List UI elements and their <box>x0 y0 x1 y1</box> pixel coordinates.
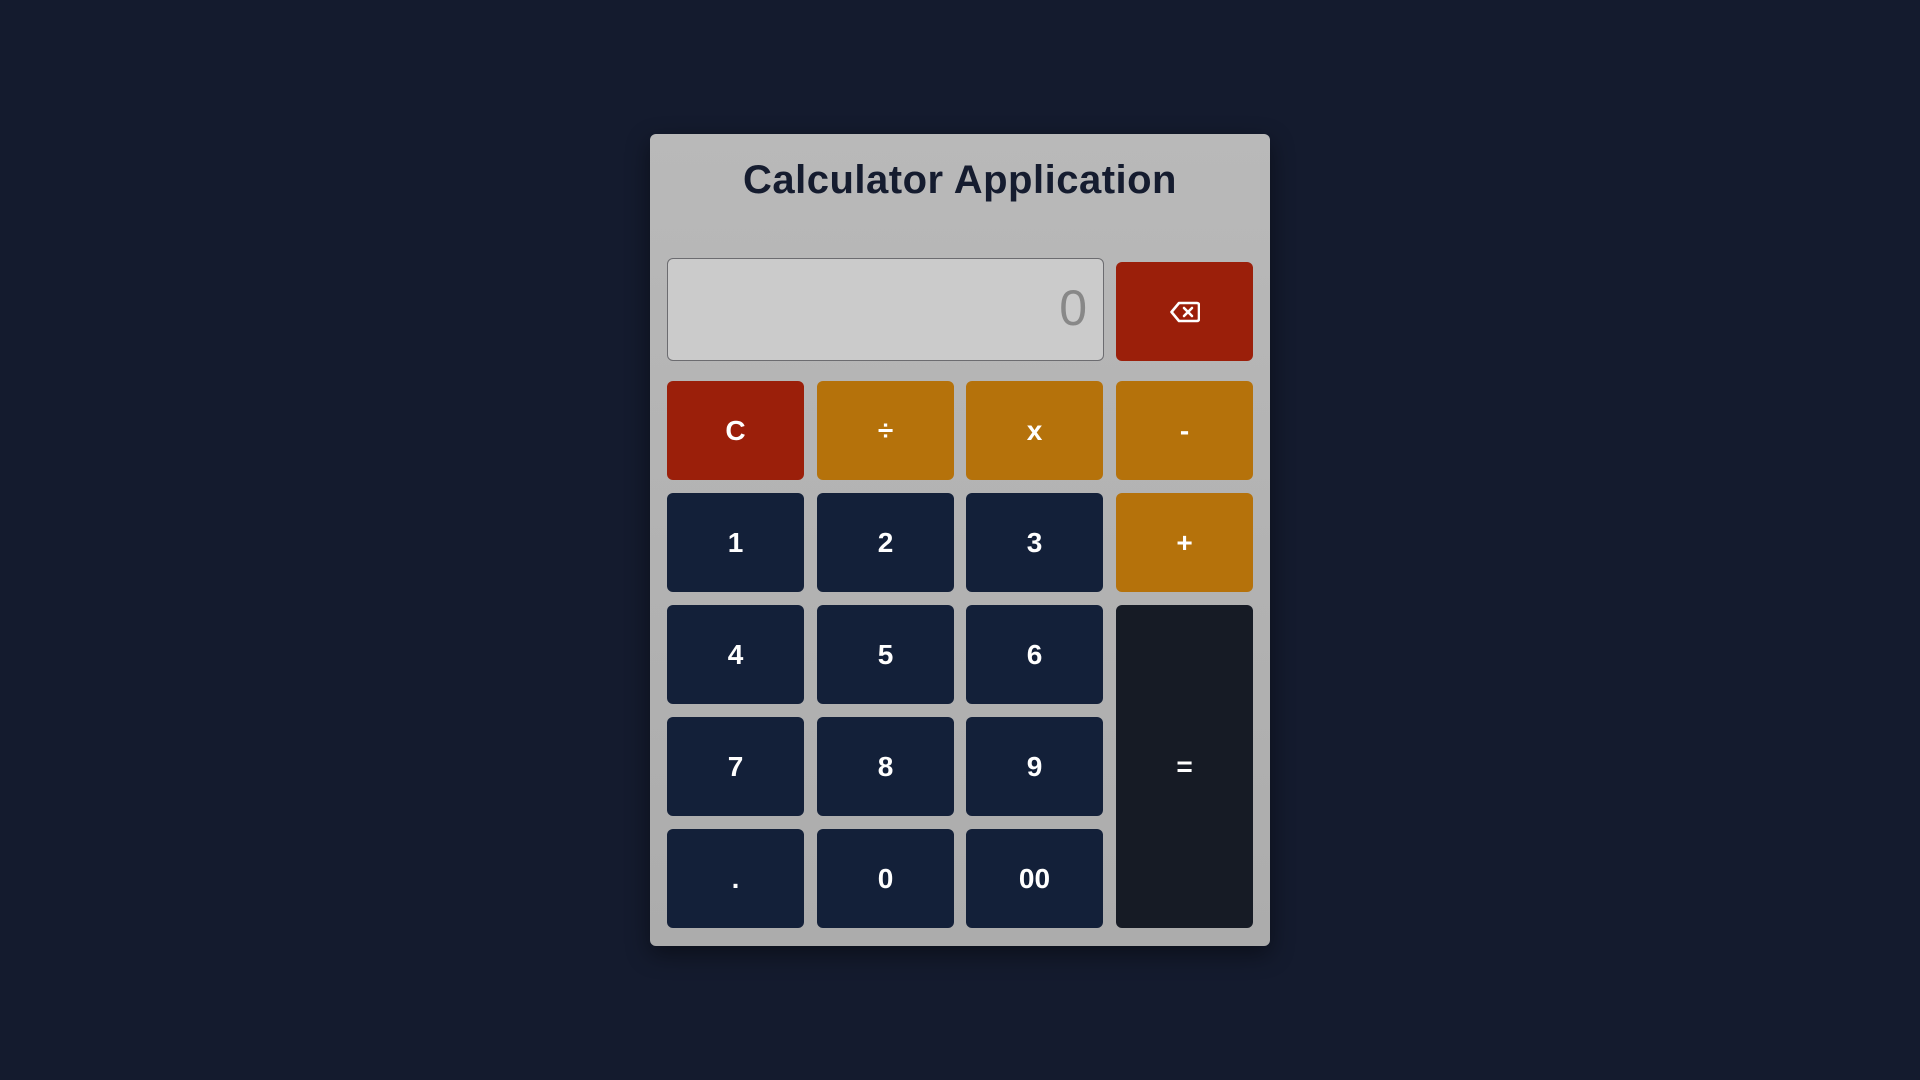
digit-4-button[interactable]: 4 <box>667 605 804 704</box>
backspace-button[interactable] <box>1116 262 1253 361</box>
digit-6-button[interactable]: 6 <box>966 605 1103 704</box>
add-button[interactable]: + <box>1116 493 1253 592</box>
digit-0-button[interactable]: 0 <box>817 829 954 928</box>
double-zero-button[interactable]: 00 <box>966 829 1103 928</box>
digit-9-button[interactable]: 9 <box>966 717 1103 816</box>
calculator-panel: Calculator Application 0 C ÷ x - 1 2 3 +… <box>650 134 1270 946</box>
digit-7-button[interactable]: 7 <box>667 717 804 816</box>
subtract-button[interactable]: - <box>1116 381 1253 480</box>
calculator-display: 0 <box>667 258 1104 361</box>
backspace-icon <box>1169 301 1200 323</box>
app-title: Calculator Application <box>742 158 1177 202</box>
digit-1-button[interactable]: 1 <box>667 493 804 592</box>
digit-5-button[interactable]: 5 <box>817 605 954 704</box>
digit-8-button[interactable]: 8 <box>817 717 954 816</box>
digit-2-button[interactable]: 2 <box>817 493 954 592</box>
decimal-button[interactable]: . <box>667 829 804 928</box>
digit-3-button[interactable]: 3 <box>966 493 1103 592</box>
clear-button[interactable]: C <box>667 381 804 480</box>
equals-button[interactable]: = <box>1116 605 1253 928</box>
multiply-button[interactable]: x <box>966 381 1103 480</box>
divide-button[interactable]: ÷ <box>817 381 954 480</box>
